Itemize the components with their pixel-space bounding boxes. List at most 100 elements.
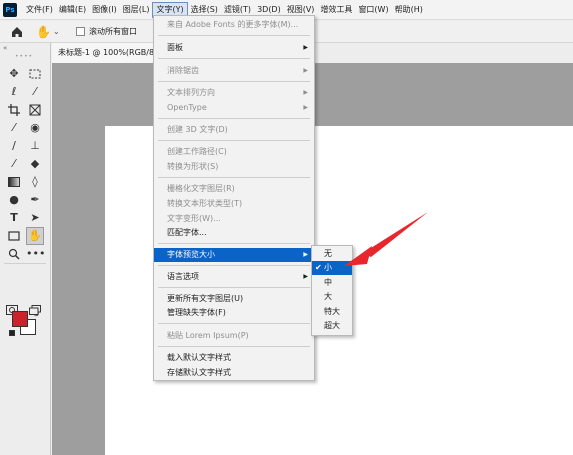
menu-item-label: 转换文本形状类型(T)	[167, 199, 243, 208]
menu-item-warp-text[interactable]: 文字变形(W)...	[154, 212, 314, 226]
submenu-item-label: 大	[324, 292, 332, 301]
menu-item-label: OpenType	[167, 103, 207, 112]
submenu-item-huge[interactable]: 超大	[312, 319, 352, 333]
menu-help[interactable]: 帮助(H)	[392, 2, 426, 18]
hand-tool-preset-icon[interactable]: ✋	[36, 24, 51, 40]
menu-item-convert-text-shape-type[interactable]: 转换文本形状类型(T)	[154, 197, 314, 211]
submenu-arrow-icon: ▶	[303, 89, 308, 96]
menu-item-label: 匹配字体...	[167, 228, 207, 237]
menu-item-update-all-text-layers[interactable]: 更新所有文字图层(U)	[154, 292, 314, 306]
dodge-tool-icon[interactable]: ●	[5, 191, 23, 209]
menu-item-rasterize-type-layer[interactable]: 栅格化文字图层(R)	[154, 182, 314, 196]
pen-tool-icon[interactable]: ✒	[26, 191, 44, 209]
marquee-tool-icon[interactable]	[26, 65, 44, 83]
photoshop-logo: Ps	[3, 2, 17, 17]
menu-item-save-default-type-styles[interactable]: 存储默认文字样式	[154, 366, 314, 380]
submenu-item-label: 中	[324, 278, 332, 287]
menu-item-anti-alias[interactable]: 消除锯齿 ▶	[154, 64, 314, 78]
menu-edit[interactable]: 编辑(E)	[56, 2, 89, 18]
submenu-arrow-icon: ▶	[303, 44, 308, 51]
menu-image[interactable]: 图像(I)	[89, 2, 120, 18]
hand-tool-icon[interactable]: ✋	[26, 227, 44, 245]
zoom-tool-icon[interactable]	[5, 245, 23, 263]
collapse-panel-icon[interactable]: «	[3, 44, 7, 52]
submenu-arrow-icon: ▶	[303, 251, 308, 258]
type-tool-icon[interactable]: T	[5, 209, 23, 227]
menu-item-label: 面板	[167, 43, 183, 52]
brush-tool-icon[interactable]: ∕	[5, 137, 23, 155]
submenu-item-large[interactable]: 大	[312, 290, 352, 304]
rectangle-tool-icon[interactable]	[5, 227, 23, 245]
toolbar-divider	[4, 263, 46, 264]
menu-item-match-font[interactable]: 匹配字体...	[154, 226, 314, 240]
menu-item-label: 文字变形(W)...	[167, 214, 221, 223]
checkmark-icon: ✔	[315, 263, 322, 272]
type-menu-dropdown: 来自 Adobe Fonts 的更多字体(M)... 面板 ▶ 消除锯齿 ▶ 文本排…	[153, 15, 315, 381]
menu-item-label: 字体预览大小	[167, 250, 215, 259]
menu-item-label: 创建 3D 文字(D)	[167, 125, 228, 134]
menu-item-label: 管理缺失字体(F)	[167, 308, 226, 317]
panel-grip[interactable]: ••••	[15, 53, 33, 60]
history-brush-tool-icon[interactable]: ⁄	[5, 155, 23, 173]
frame-tool-icon[interactable]	[26, 101, 44, 119]
menu-item-label: 存储默认文字样式	[167, 368, 231, 377]
submenu-item-none[interactable]: 无	[312, 247, 352, 261]
eyedropper-tool-icon[interactable]: ⁄	[5, 119, 23, 137]
default-colors-icon[interactable]	[9, 330, 15, 336]
lasso-tool-icon[interactable]: ℓ	[5, 83, 23, 101]
submenu-item-label: 超大	[324, 321, 340, 330]
healing-brush-tool-icon[interactable]: ◉	[26, 119, 44, 137]
menu-item-opentype[interactable]: OpenType ▶	[154, 101, 314, 115]
submenu-item-small[interactable]: ✔ 小	[312, 261, 352, 275]
submenu-item-label: 无	[324, 249, 332, 258]
eraser-tool-icon[interactable]: ◆	[26, 155, 44, 173]
clone-stamp-tool-icon[interactable]: ⊥	[26, 137, 44, 155]
menu-item-language-options[interactable]: 语言选项 ▶	[154, 270, 314, 284]
crop-tool-icon[interactable]	[5, 101, 23, 119]
menu-separator	[158, 177, 310, 178]
menu-file[interactable]: 文件(F)	[23, 2, 56, 18]
submenu-item-extra-large[interactable]: 特大	[312, 305, 352, 319]
menu-item-convert-to-shape[interactable]: 转换为形状(S)	[154, 160, 314, 174]
menu-item-manage-missing-fonts[interactable]: 管理缺失字体(F)	[154, 306, 314, 320]
move-tool-icon[interactable]: ✥	[5, 65, 23, 83]
path-selection-tool-icon[interactable]: ➤	[26, 209, 44, 227]
submenu-item-label: 小	[324, 263, 332, 272]
submenu-item-label: 特大	[324, 307, 340, 316]
menu-item-orientation[interactable]: 文本排列方向 ▶	[154, 86, 314, 100]
magic-wand-tool-icon[interactable]: ⁄	[26, 83, 44, 101]
submenu-item-medium[interactable]: 中	[312, 276, 352, 290]
home-icon[interactable]	[10, 25, 24, 39]
menu-item-more-adobe-fonts[interactable]: 来自 Adobe Fonts 的更多字体(M)...	[154, 18, 314, 32]
blur-tool-icon[interactable]: ◊	[26, 173, 44, 191]
menu-separator	[158, 58, 310, 59]
more-tools-icon[interactable]: •••	[26, 245, 45, 263]
submenu-arrow-icon: ▶	[303, 273, 308, 280]
menu-item-label: 转换为形状(S)	[167, 162, 219, 171]
menu-item-paste-lorem-ipsum[interactable]: 粘贴 Lorem Ipsum(P)	[154, 329, 314, 343]
menu-layer[interactable]: 图层(L)	[120, 2, 153, 18]
chevron-down-icon[interactable]: ⌄	[53, 27, 60, 36]
tools-panel: « •••• ✥ ℓ ⁄ ⁄ ◉ ∕ ⊥ ⁄ ◆ ◊ ● ✒ T ➤ ✋ •••…	[0, 43, 51, 455]
font-preview-size-submenu: 无 ✔ 小 中 大 特大 超大	[311, 245, 353, 336]
menu-window[interactable]: 窗口(W)	[355, 2, 391, 18]
menu-item-create-work-path[interactable]: 创建工作路径(C)	[154, 145, 314, 159]
scroll-all-windows-label: 滚动所有窗口	[89, 27, 137, 36]
menu-separator	[158, 118, 310, 119]
menu-item-label: 载入默认文字样式	[167, 353, 231, 362]
menu-separator	[158, 265, 310, 266]
foreground-color-swatch[interactable]	[12, 311, 28, 327]
menu-separator	[158, 323, 310, 324]
screen-mode-icon[interactable]	[26, 301, 44, 319]
document-tab[interactable]: 未标题-1 @ 100%(RGB/8#	[52, 43, 162, 63]
submenu-arrow-icon: ▶	[303, 104, 308, 111]
scroll-all-windows-checkbox[interactable]	[76, 27, 85, 36]
menu-item-panels[interactable]: 面板 ▶	[154, 41, 314, 55]
menu-item-label: 文本排列方向	[167, 88, 215, 97]
menu-item-font-preview-size[interactable]: 字体预览大小 ▶	[154, 248, 314, 262]
menu-item-label: 更新所有文字图层(U)	[167, 294, 244, 303]
menu-item-create-3d-text[interactable]: 创建 3D 文字(D)	[154, 123, 314, 137]
menu-plugins[interactable]: 增效工具	[317, 2, 355, 18]
menu-item-load-default-type-styles[interactable]: 载入默认文字样式	[154, 351, 314, 365]
gradient-tool-icon[interactable]	[5, 173, 23, 191]
